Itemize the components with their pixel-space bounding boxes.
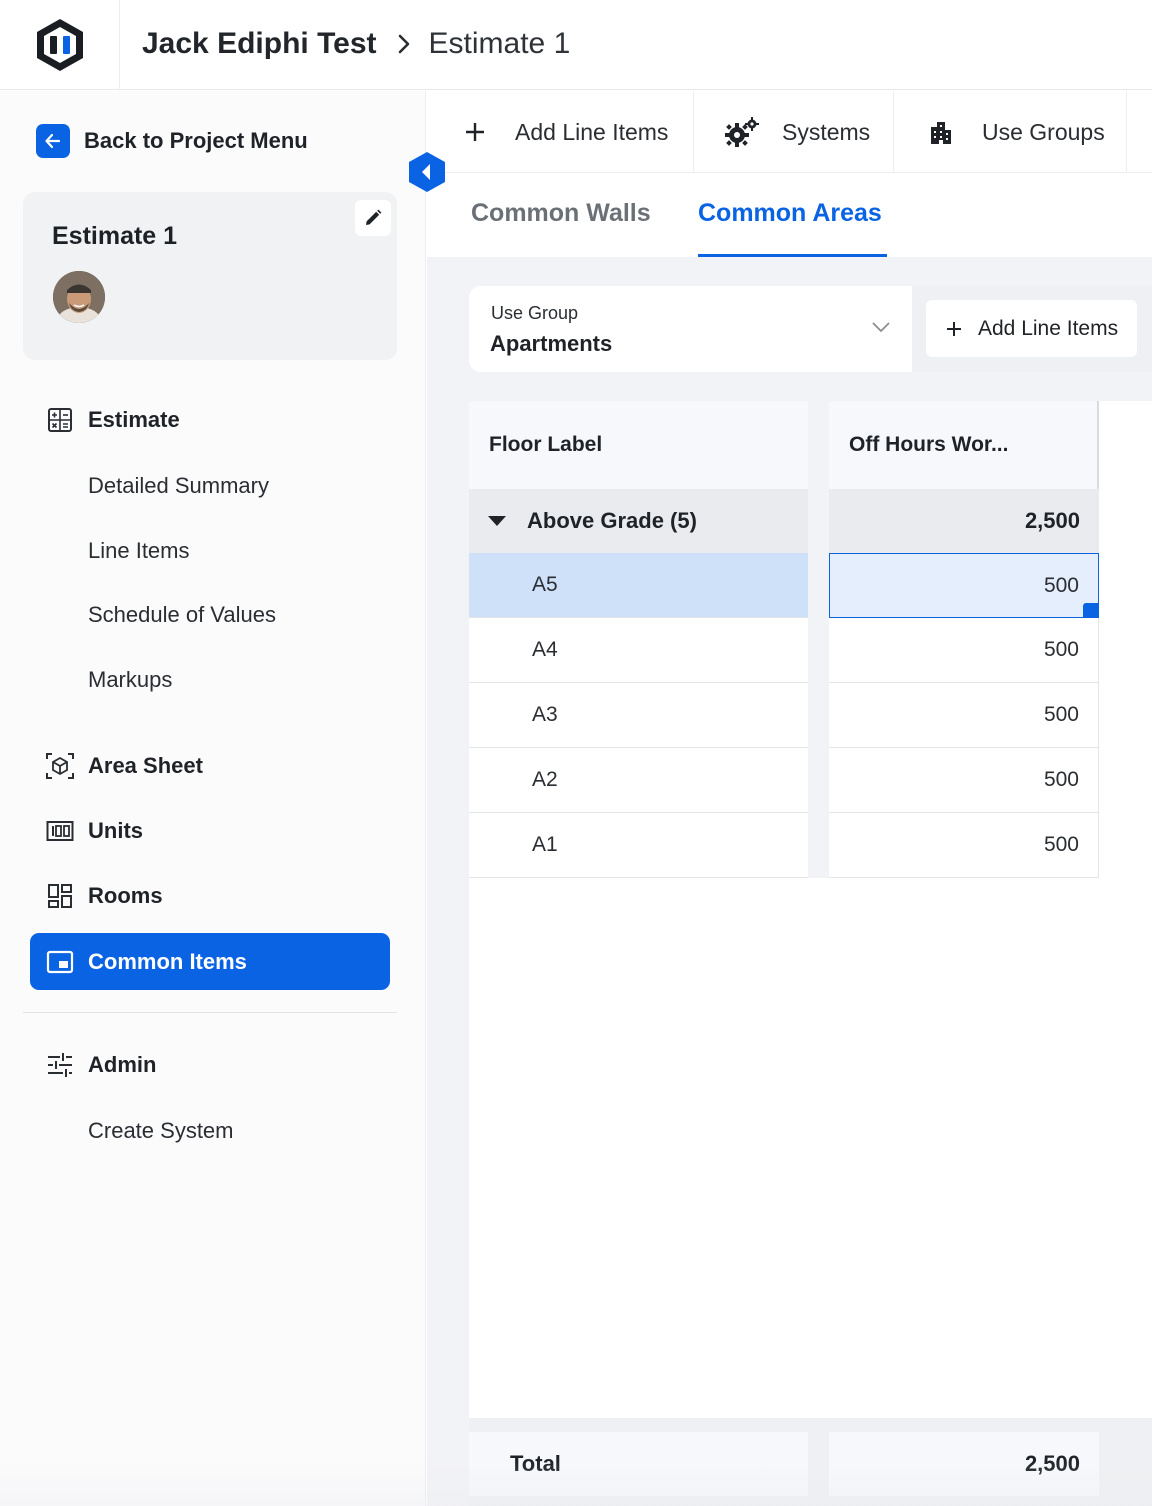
add-line-items-button[interactable]: Add Line Items <box>926 300 1137 357</box>
use-group-select[interactable]: Use Group Apartments <box>469 286 912 372</box>
units-counter-icon <box>45 816 75 846</box>
nav-rooms-label: Rooms <box>88 883 163 908</box>
toolbar-use-groups-label: Use Groups <box>982 118 1105 145</box>
caret-down-icon[interactable] <box>487 515 507 527</box>
main-panel: Add Line Items Systems Use Groups Common… <box>427 91 1152 1506</box>
toolbar-use-groups-button[interactable]: Use Groups <box>894 91 1127 173</box>
back-label: Back to Project Menu <box>84 128 308 153</box>
gears-icon <box>724 116 760 148</box>
tab-common-areas[interactable]: Common Areas <box>698 199 882 228</box>
back-to-project-menu-button[interactable]: Back to Project Menu <box>36 124 308 158</box>
estimate-card-title: Estimate 1 <box>52 222 178 250</box>
plus-icon <box>464 121 486 143</box>
table-cell-value[interactable]: 500 <box>829 813 1099 878</box>
plus-icon <box>946 321 962 337</box>
total-value: 2,500 <box>829 1432 1099 1496</box>
toolbar-systems-label: Systems <box>782 118 871 145</box>
group-label: Above Grade (5) <box>527 508 697 533</box>
chevron-right-icon <box>397 33 411 55</box>
table-row-floor[interactable]: A3 <box>469 683 808 748</box>
nav-schedule-of-values[interactable]: Schedule of Values <box>88 600 276 630</box>
nav-common-items[interactable]: Common Items <box>30 933 390 990</box>
table-cell-value[interactable]: 500 <box>829 618 1099 683</box>
collapse-sidebar-button[interactable] <box>405 150 449 194</box>
sidebar-divider <box>23 1012 397 1013</box>
cell-value: 500 <box>1043 573 1079 597</box>
nav-line-items[interactable]: Line Items <box>88 536 190 566</box>
table-cell-value-selected[interactable]: 500 <box>829 553 1099 618</box>
tab-common-walls[interactable]: Common Walls <box>471 199 651 228</box>
app-logo[interactable] <box>0 0 120 90</box>
sidebar: Back to Project Menu Estimate 1 Estimate… <box>0 91 426 1506</box>
breadcrumb-current: Estimate 1 <box>428 27 571 60</box>
nav-create-system[interactable]: Create System <box>88 1116 234 1146</box>
table-row-floor[interactable]: A4 <box>469 618 808 683</box>
calculator-icon <box>45 405 75 435</box>
nav-common-items-label: Common Items <box>88 948 247 974</box>
table-row-floor[interactable]: A2 <box>469 748 808 813</box>
arrow-left-icon <box>36 124 70 158</box>
user-avatar[interactable] <box>53 271 105 323</box>
nav-admin[interactable]: Admin <box>45 1050 156 1080</box>
group-row-above-grade[interactable]: Above Grade (5) <box>469 489 808 553</box>
nav-area-sheet-label: Area Sheet <box>88 753 203 778</box>
building-icon <box>928 119 954 145</box>
table-row-floor[interactable]: A5 <box>469 553 808 618</box>
data-grid: Floor Label Off Hours Wor... Above Grade… <box>469 401 1152 1506</box>
picture-in-picture-icon <box>45 947 75 977</box>
table-cell-value[interactable]: 500 <box>829 748 1099 813</box>
toolbar-systems-button[interactable]: Systems <box>694 91 894 173</box>
nav-estimate-label: Estimate <box>88 407 180 432</box>
toolbar-add-line-items-label: Add Line Items <box>515 118 669 145</box>
top-bar: Jack Ediphi Test Estimate 1 <box>0 0 1152 90</box>
pencil-icon <box>366 209 382 225</box>
breadcrumb: Jack Ediphi Test Estimate 1 <box>142 24 570 64</box>
add-line-items-label: Add Line Items <box>978 316 1119 340</box>
chevron-left-icon <box>409 152 445 192</box>
use-group-label: Use Group <box>491 303 579 323</box>
table-cell-value[interactable]: 500 <box>829 683 1099 748</box>
active-tab-indicator <box>698 254 887 257</box>
group-total-cell: 2,500 <box>829 489 1099 553</box>
nav-rooms[interactable]: Rooms <box>45 881 163 911</box>
table-row-floor[interactable]: A1 <box>469 813 808 878</box>
edit-estimate-button[interactable] <box>355 200 391 236</box>
nav-estimate[interactable]: Estimate <box>45 405 180 435</box>
nav-admin-label: Admin <box>88 1052 157 1077</box>
fill-handle[interactable] <box>1083 603 1098 617</box>
nav-area-sheet[interactable]: Area Sheet <box>45 751 203 781</box>
dashboard-grid-icon <box>45 881 75 911</box>
toolbar-add-line-items-button[interactable]: Add Line Items <box>427 91 694 173</box>
nav-units[interactable]: Units <box>45 816 143 846</box>
breadcrumb-project[interactable]: Jack Ediphi Test <box>142 27 377 61</box>
tab-bar: Common Walls Common Areas <box>427 173 1152 257</box>
nav-units-label: Units <box>88 818 143 843</box>
use-group-value: Apartments <box>490 331 613 356</box>
column-header-off-hours[interactable]: Off Hours Wor... <box>829 401 1099 489</box>
sliders-icon <box>45 1050 75 1080</box>
toolbar: Add Line Items Systems Use Groups <box>427 91 1152 173</box>
column-header-floor-label[interactable]: Floor Label <box>469 401 808 489</box>
avatar-image <box>53 271 105 323</box>
chevron-down-icon <box>871 320 891 339</box>
filter-bar: Use Group Apartments Add Line Items <box>469 286 1152 372</box>
totals-row: Total 2,500 <box>469 1418 1152 1506</box>
nav-markups[interactable]: Markups <box>88 665 172 695</box>
nav-detailed-summary[interactable]: Detailed Summary <box>88 471 269 501</box>
estimate-card: Estimate 1 <box>23 192 397 360</box>
column-gap <box>808 401 829 878</box>
total-label: Total <box>469 1432 808 1496</box>
cube-scan-icon <box>45 751 75 781</box>
ediphi-logo-icon <box>36 19 83 71</box>
